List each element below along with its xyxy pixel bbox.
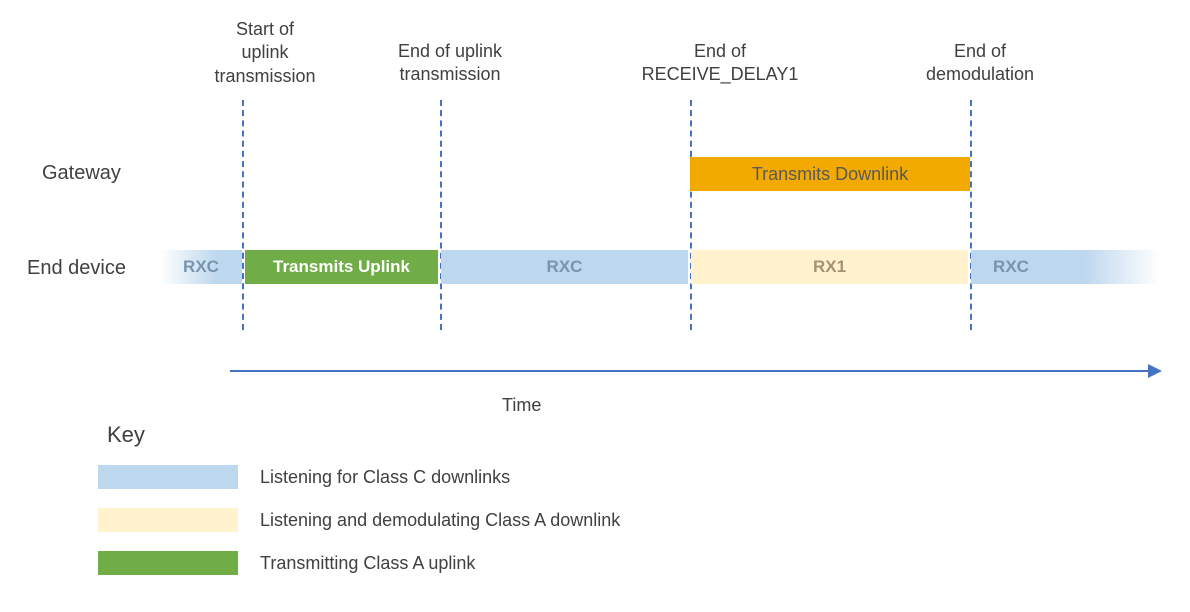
col-label-end-demod: End ofdemodulation	[900, 40, 1060, 87]
ed-rxc-mid-label: RXC	[547, 257, 583, 277]
end-device-track: RXC Transmits Uplink RXC RX1 RXC	[160, 250, 1160, 284]
ed-rxc-post-label: RXC	[993, 257, 1029, 277]
vline-end-receive-delay1	[690, 100, 692, 330]
time-axis-line	[230, 370, 1150, 372]
time-axis-arrowhead	[1148, 364, 1162, 378]
diagram-canvas: Start ofuplinktransmission End of uplink…	[0, 0, 1190, 612]
ed-rxc-pre-label: RXC	[183, 257, 219, 277]
gateway-downlink-label: Transmits Downlink	[752, 164, 908, 185]
col-label-end-receive-delay1: End ofRECEIVE_DELAY1	[620, 40, 820, 87]
time-axis-label: Time	[502, 395, 541, 416]
gateway-downlink-bar: Transmits Downlink	[690, 157, 970, 191]
ed-rx1-label: RX1	[813, 257, 846, 277]
ed-rxc-post-fade	[1051, 250, 1160, 284]
row-label-gateway: Gateway	[42, 162, 121, 185]
vline-end-uplink	[440, 100, 442, 330]
ed-rxc-post: RXC	[971, 250, 1051, 284]
key-label-listen-class-c: Listening for Class C downlinks	[260, 467, 510, 488]
key-swatch-listen-class-c	[98, 465, 238, 489]
ed-rxc-mid: RXC	[441, 250, 688, 284]
vline-end-demod	[970, 100, 972, 330]
col-label-start-uplink: Start ofuplinktransmission	[205, 18, 325, 88]
ed-transmits-uplink: Transmits Uplink	[245, 250, 438, 284]
ed-uplink-label: Transmits Uplink	[273, 257, 410, 277]
key-swatch-tx-uplink	[98, 551, 238, 575]
key-label-tx-uplink: Transmitting Class A uplink	[260, 553, 475, 574]
ed-rx1: RX1	[691, 250, 968, 284]
key-swatch-listen-class-a	[98, 508, 238, 532]
ed-rxc-pre: RXC	[160, 250, 242, 284]
col-label-end-uplink: End of uplinktransmission	[370, 40, 530, 87]
vline-start-uplink	[242, 100, 244, 330]
key-label-listen-class-a: Listening and demodulating Class A downl…	[260, 510, 620, 531]
key-title: Key	[107, 422, 145, 448]
row-label-end-device: End device	[27, 257, 126, 280]
